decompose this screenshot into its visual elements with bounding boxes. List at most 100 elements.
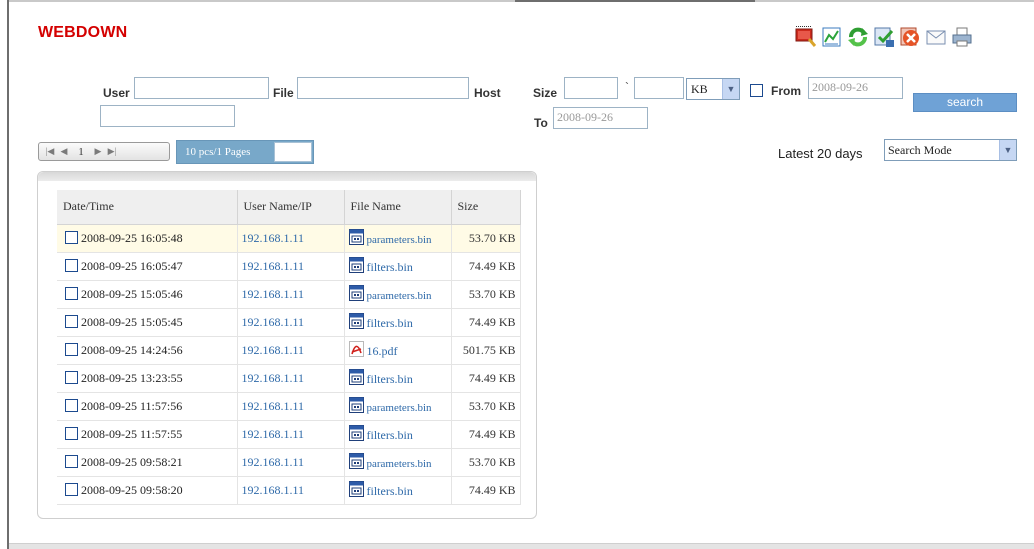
cell-user-ip: 192.168.1.11 — [237, 280, 345, 309]
user-label: User — [103, 86, 130, 100]
cell-date: 2008-09-25 16:05:48 — [57, 224, 238, 253]
user-ip-link[interactable]: 192.168.1.11 — [242, 343, 305, 357]
cell-size: 74.49 KB — [451, 420, 521, 449]
row-checkbox[interactable] — [65, 342, 78, 356]
current-page-number: 1 — [78, 145, 84, 158]
binary-file-icon — [348, 481, 364, 497]
table-row[interactable]: 2008-09-25 11:57:55 192.168.1.11 filters.b… — [57, 420, 521, 449]
delete-icon[interactable] — [899, 24, 921, 50]
next-page-icon[interactable]: ▶ — [91, 146, 105, 157]
cell-size: 74.49 KB — [451, 308, 521, 337]
date-range-checkbox[interactable] — [750, 84, 763, 97]
cell-date: 2008-09-25 09:58:21 — [57, 448, 238, 477]
cell-file: parameters.bin — [344, 392, 452, 421]
refresh-icon[interactable] — [847, 24, 869, 50]
user-ip-link[interactable]: 192.168.1.11 — [242, 399, 305, 413]
cell-user-ip: 192.168.1.11 — [237, 448, 345, 477]
col-header-file[interactable]: File Name — [344, 190, 452, 225]
cell-date: 2008-09-25 09:58:20 — [57, 476, 238, 505]
user-ip-link[interactable]: 192.168.1.11 — [242, 455, 305, 469]
panel-header-bar — [38, 172, 536, 181]
user-ip-link[interactable]: 192.168.1.11 — [242, 371, 305, 385]
table-row[interactable]: 2008-09-25 09:58:20 192.168.1.11 filters.b… — [57, 476, 521, 505]
size-min-input[interactable] — [564, 77, 618, 99]
table-row[interactable]: 2008-09-25 15:05:46 192.168.1.11 parameter… — [57, 280, 521, 309]
file-name-link[interactable]: filters.bin — [367, 484, 413, 498]
file-name-link[interactable]: parameters.bin — [367, 234, 432, 246]
user-ip-link[interactable]: 192.168.1.11 — [242, 259, 305, 273]
size-separator: ` — [625, 80, 629, 94]
page-jump-input[interactable] — [274, 142, 312, 162]
approve-icon[interactable] — [873, 24, 895, 50]
user-ip-link[interactable]: 192.168.1.11 — [242, 483, 305, 497]
table-row[interactable]: 2008-09-25 16:05:47 192.168.1.11 filters.b… — [57, 252, 521, 281]
search-button[interactable]: search — [913, 93, 1017, 112]
table-row[interactable]: 2008-09-25 14:24:56 192.168.1.11 16.pdf 501… — [57, 336, 521, 365]
row-checkbox[interactable] — [65, 370, 78, 384]
binary-file-icon — [348, 453, 364, 469]
binary-file-icon — [348, 425, 364, 441]
chevron-down-icon: ▼ — [999, 140, 1016, 160]
row-checkbox[interactable] — [65, 258, 78, 272]
table-row[interactable]: 2008-09-25 16:05:48 192.168.1.11 parameter… — [57, 224, 521, 253]
user-ip-link[interactable]: 192.168.1.11 — [242, 315, 305, 329]
table-row[interactable]: 2008-09-25 15:05:45 192.168.1.11 filters.b… — [57, 308, 521, 337]
row-checkbox[interactable] — [65, 314, 78, 328]
file-name-link[interactable]: parameters.bin — [367, 402, 432, 414]
cell-size: 53.70 KB — [451, 392, 521, 421]
first-page-icon[interactable]: |◀ — [43, 146, 57, 157]
table-row[interactable]: 2008-09-25 11:57:56 192.168.1.11 parameter… — [57, 392, 521, 421]
table-row[interactable]: 2008-09-25 09:58:21 192.168.1.11 parameter… — [57, 448, 521, 477]
chart-icon[interactable] — [821, 24, 843, 50]
size-unit-select[interactable]: KB ▼ — [686, 78, 740, 100]
last-page-icon[interactable]: ▶| — [105, 146, 119, 157]
user-ip-link[interactable]: 192.168.1.11 — [242, 427, 305, 441]
host-input[interactable] — [100, 105, 235, 127]
search-mode-select[interactable]: Search Mode ▼ — [884, 139, 1017, 161]
cell-size: 53.70 KB — [451, 448, 521, 477]
user-input[interactable] — [134, 77, 269, 99]
date-text: 2008-09-25 16:05:47 — [81, 258, 183, 273]
row-checkbox[interactable] — [65, 482, 78, 496]
row-checkbox[interactable] — [65, 454, 78, 468]
chevron-down-icon: ▼ — [722, 79, 739, 99]
date-text: 2008-09-25 13:23:55 — [81, 370, 183, 385]
file-name-link[interactable]: filters.bin — [367, 316, 413, 330]
mail-icon[interactable] — [925, 24, 947, 50]
file-name-link[interactable]: filters.bin — [367, 260, 413, 274]
col-header-size[interactable]: Size — [451, 190, 521, 225]
cell-user-ip: 192.168.1.11 — [237, 336, 345, 365]
col-header-user[interactable]: User Name/IP — [237, 190, 345, 225]
prev-page-icon[interactable]: ◀ — [57, 146, 71, 157]
row-checkbox[interactable] — [65, 398, 78, 412]
cell-size: 74.49 KB — [451, 364, 521, 393]
table-row[interactable]: 2008-09-25 13:23:55 192.168.1.11 filters.b… — [57, 364, 521, 393]
user-ip-link[interactable]: 192.168.1.11 — [242, 287, 305, 301]
row-checkbox[interactable] — [65, 286, 78, 300]
file-name-link[interactable]: 16.pdf — [367, 344, 398, 358]
to-date-input[interactable]: 2008-09-26 — [553, 107, 648, 129]
from-date-input[interactable]: 2008-09-26 — [808, 77, 903, 99]
user-ip-link[interactable]: 192.168.1.11 — [242, 231, 305, 245]
cell-user-ip: 192.168.1.11 — [237, 364, 345, 393]
page-summary-text: 10 pcs/1 Pages — [185, 146, 251, 158]
col-header-date[interactable]: Date/Time — [57, 190, 238, 225]
print-icon[interactable] — [951, 24, 973, 50]
host-label: Host — [474, 86, 501, 100]
window-top-accent — [515, 0, 755, 2]
row-checkbox[interactable] — [65, 230, 78, 244]
file-name-link[interactable]: filters.bin — [367, 372, 413, 386]
file-name-link[interactable]: filters.bin — [367, 428, 413, 442]
file-name-link[interactable]: parameters.bin — [367, 458, 432, 470]
search-icon[interactable] — [795, 24, 817, 50]
results-panel: Date/Time User Name/IP File Name Size 20… — [37, 171, 537, 519]
cell-file: filters.bin — [344, 252, 452, 281]
date-text: 2008-09-25 09:58:20 — [81, 482, 183, 497]
file-input[interactable] — [297, 77, 469, 99]
window-left-border — [7, 0, 9, 549]
size-max-input[interactable] — [634, 77, 684, 99]
row-checkbox[interactable] — [65, 426, 78, 440]
cell-size: 74.49 KB — [451, 252, 521, 281]
file-name-link[interactable]: parameters.bin — [367, 290, 432, 302]
date-text: 2008-09-25 15:05:46 — [81, 286, 183, 301]
